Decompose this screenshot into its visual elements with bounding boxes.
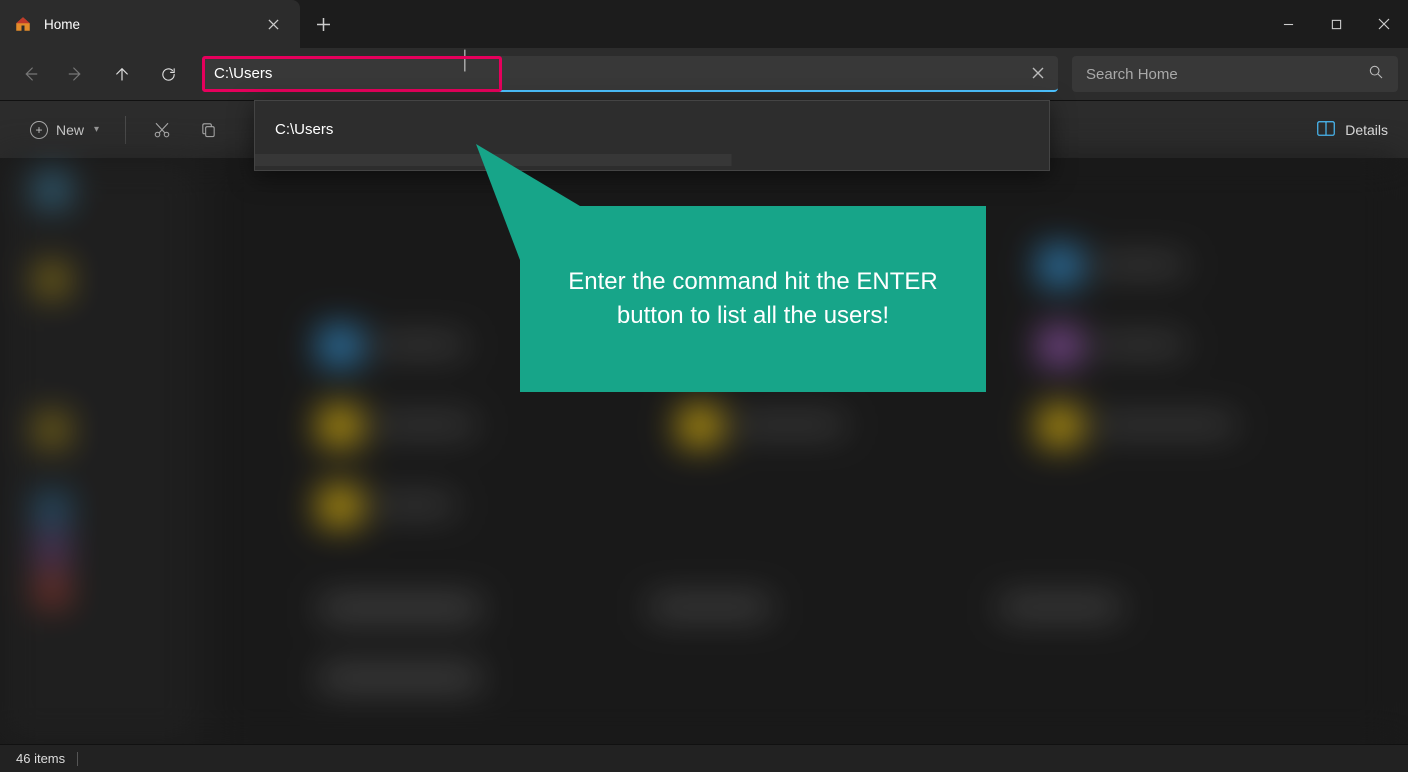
cut-button[interactable] xyxy=(142,110,182,150)
toolbar-divider xyxy=(125,116,126,144)
callout-box: Enter the command hit the ENTER button t… xyxy=(520,206,986,392)
text-cursor-icon: │ xyxy=(460,50,461,70)
address-bar[interactable]: C:\Users │ xyxy=(202,56,1058,92)
tab-title: Home xyxy=(44,17,248,32)
maximize-button[interactable] xyxy=(1312,0,1360,48)
new-button-label: New xyxy=(56,122,84,138)
close-button[interactable] xyxy=(1360,0,1408,48)
titlebar-drag-area[interactable] xyxy=(346,0,1264,48)
search-icon xyxy=(1368,64,1384,85)
search-box[interactable]: Search Home xyxy=(1072,56,1398,92)
tab-close-button[interactable] xyxy=(260,11,286,37)
back-button[interactable] xyxy=(10,54,50,94)
active-tab[interactable]: Home xyxy=(0,0,300,48)
status-divider xyxy=(77,752,78,766)
status-item-count: 46 items xyxy=(16,751,65,766)
window-controls xyxy=(1264,0,1408,48)
address-bar-wrap: C:\Users │ xyxy=(202,56,1058,92)
status-bar: 46 items xyxy=(0,744,1408,772)
callout-text: Enter the command hit the ENTER button t… xyxy=(548,265,958,332)
new-tab-button[interactable] xyxy=(300,0,346,48)
details-icon xyxy=(1317,121,1335,139)
forward-button[interactable] xyxy=(56,54,96,94)
copy-button[interactable] xyxy=(188,110,228,150)
address-input[interactable]: C:\Users xyxy=(214,65,1018,82)
home-icon xyxy=(14,15,32,33)
plus-circle-icon: + xyxy=(30,121,48,139)
search-placeholder: Search Home xyxy=(1086,66,1358,83)
titlebar: Home xyxy=(0,0,1408,48)
navigation-bar: C:\Users │ Search Home xyxy=(0,48,1408,100)
refresh-button[interactable] xyxy=(148,54,188,94)
minimize-button[interactable] xyxy=(1264,0,1312,48)
details-view-button[interactable]: Details xyxy=(1317,121,1388,139)
up-button[interactable] xyxy=(102,54,142,94)
details-button-label: Details xyxy=(1345,122,1388,138)
chevron-down-icon: ▾ xyxy=(94,124,99,135)
new-button[interactable]: + New ▾ xyxy=(20,115,109,145)
address-clear-button[interactable] xyxy=(1018,55,1058,91)
